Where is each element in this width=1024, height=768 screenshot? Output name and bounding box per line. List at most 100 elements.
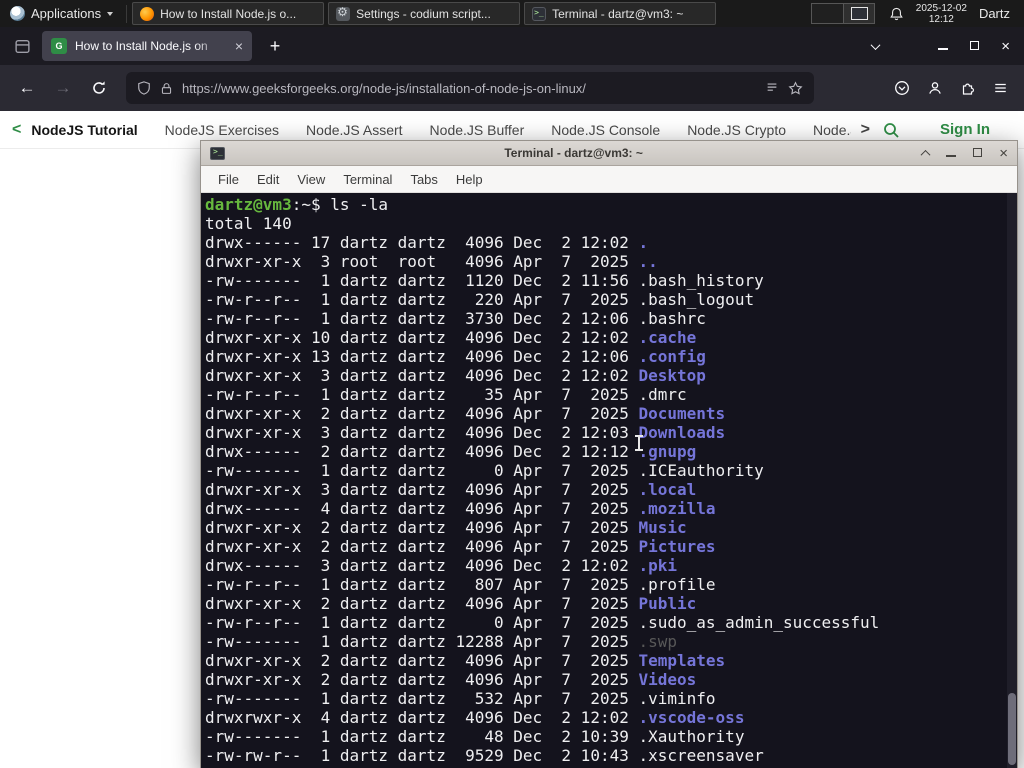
terminal-scrollbar-thumb[interactable] <box>1008 693 1016 765</box>
gfg-nav-link[interactable]: NodeJS Tutorial <box>31 122 137 138</box>
terminal-line: drwxr-xr-x 3 dartz dartz 4096 Apr 7 2025… <box>205 480 1017 499</box>
search-icon[interactable] <box>882 121 900 139</box>
reload-button[interactable] <box>84 73 114 103</box>
terminal-line: drwxr-xr-x 2 dartz dartz 4096 Apr 7 2025… <box>205 651 1017 670</box>
workspace-switcher[interactable] <box>810 3 875 24</box>
terminal-menubar: File Edit View Terminal Tabs Help <box>201 166 1017 193</box>
terminal-prompt-line: dartz@vm3:~$ ls -la <box>205 195 1017 214</box>
terminal-shade-button[interactable] <box>920 144 931 162</box>
panel-separator <box>126 4 128 23</box>
menu-tabs[interactable]: Tabs <box>401 172 446 187</box>
file-name: .sudo_as_admin_successful <box>638 613 880 632</box>
new-tab-button[interactable]: + <box>262 36 288 57</box>
line-meta: drwxr-xr-x 3 root root 4096 Apr 7 2025 <box>205 252 639 271</box>
file-name: .pki <box>638 556 678 575</box>
terminal-line: drwxr-xr-x 3 dartz dartz 4096 Dec 2 12:0… <box>205 366 1017 385</box>
browser-tab-active[interactable]: G How to Install Node.js on × <box>42 31 252 61</box>
user-name[interactable]: Dartz <box>979 6 1010 21</box>
nav-scroll-right-icon[interactable]: > <box>861 121 870 139</box>
file-name: . <box>638 233 649 252</box>
line-meta: -rw-rw-r-- 1 dartz dartz 9529 Dec 2 10:4… <box>205 746 639 765</box>
menu-hamburger-icon[interactable] <box>993 81 1008 95</box>
forward-button[interactable]: → <box>48 73 78 103</box>
line-meta: drwxr-xr-x 3 dartz dartz 4096 Apr 7 2025 <box>205 480 639 499</box>
file-name: .gnupg <box>638 442 697 461</box>
line-meta: -rw-r--r-- 1 dartz dartz 807 Apr 7 2025 <box>205 575 639 594</box>
terminal-line: drwx------ 17 dartz dartz 4096 Dec 2 12:… <box>205 233 1017 252</box>
list-all-tabs-icon[interactable] <box>860 31 890 61</box>
nav-scroll-left-icon[interactable]: < <box>12 121 21 139</box>
pocket-icon[interactable] <box>894 80 910 96</box>
file-name: .. <box>638 252 658 271</box>
gfg-nav-link[interactable]: Node.JS Console <box>551 122 660 138</box>
menu-view[interactable]: View <box>288 172 334 187</box>
account-icon[interactable] <box>927 80 943 96</box>
terminal-screen[interactable]: dartz@vm3:~$ ls -la total 140 drwx------… <box>201 193 1017 768</box>
notification-bell-icon[interactable] <box>889 6 904 22</box>
lock-icon[interactable] <box>160 81 173 96</box>
reader-view-icon[interactable] <box>765 81 779 95</box>
tracking-shield-icon[interactable] <box>137 80 151 96</box>
distro-logo-icon <box>10 6 25 21</box>
terminal-maximize-button[interactable] <box>973 144 983 162</box>
terminal-line: drwxr-xr-x 2 dartz dartz 4096 Apr 7 2025… <box>205 670 1017 689</box>
sign-in-button[interactable]: Sign In <box>940 121 990 138</box>
terminal-window-controls: × <box>920 144 1008 162</box>
firefox-view-icon[interactable] <box>8 32 36 60</box>
bookmark-star-icon[interactable] <box>788 80 803 96</box>
terminal-scrollbar[interactable] <box>1007 193 1017 768</box>
file-name: Music <box>638 518 687 537</box>
line-meta: drwxrwxr-x 4 dartz dartz 4096 Dec 2 12:0… <box>205 708 639 727</box>
gfg-nav-link[interactable]: Node.JS Assert <box>306 122 403 138</box>
gfg-nav-links: NodeJS Tutorial NodeJS Exercises Node.JS A… <box>31 122 850 138</box>
gfg-nav-link[interactable]: NodeJS Exercises <box>165 122 279 138</box>
file-name: Desktop <box>638 366 706 385</box>
line-meta: drwxr-xr-x 2 dartz dartz 4096 Apr 7 2025 <box>205 537 639 556</box>
extensions-puzzle-icon[interactable] <box>960 80 976 96</box>
browser-maximize-button[interactable] <box>970 37 980 55</box>
task-button-settings[interactable]: Settings - codium script... <box>328 2 521 25</box>
menu-file[interactable]: File <box>209 172 248 187</box>
task-button-firefox[interactable]: How to Install Node.js o... <box>132 2 325 25</box>
terminal-title: Terminal - dartz@vm3: ~ <box>504 146 643 160</box>
terminal-line: drwxr-xr-x 2 dartz dartz 4096 Apr 7 2025… <box>205 404 1017 423</box>
menu-terminal[interactable]: Terminal <box>334 172 401 187</box>
line-meta: drwx------ 3 dartz dartz 4096 Dec 2 12:0… <box>205 556 639 575</box>
applications-menu[interactable]: Applications <box>0 0 123 27</box>
terminal-line: -rw-r--r-- 1 dartz dartz 220 Apr 7 2025 … <box>205 290 1017 309</box>
url-bar[interactable]: https://www.geeksforgeeks.org/node-js/in… <box>126 72 814 104</box>
line-meta: -rw------- 1 dartz dartz 12288 Apr 7 202… <box>205 632 639 651</box>
terminal-minimize-button[interactable] <box>946 144 957 162</box>
terminal-icon <box>532 6 547 21</box>
gfg-nav-link[interactable]: Node.JS Crypto <box>687 122 786 138</box>
clock[interactable]: 2025-12-02 12:12 <box>916 3 967 25</box>
terminal-close-button[interactable]: × <box>999 146 1008 161</box>
back-button[interactable]: ← <box>12 73 42 103</box>
desktop: Applications How to Install Node.js o...… <box>0 0 1024 768</box>
browser-minimize-button[interactable] <box>938 37 949 55</box>
terminal-line: drwx------ 4 dartz dartz 4096 Apr 7 2025… <box>205 499 1017 518</box>
task-label: Terminal - dartz@vm3: ~ <box>552 6 684 21</box>
workspace-2[interactable] <box>842 4 874 23</box>
terminal-line: drwxr-xr-x 2 dartz dartz 4096 Apr 7 2025… <box>205 537 1017 556</box>
line-meta: drwxr-xr-x 2 dartz dartz 4096 Apr 7 2025 <box>205 594 639 613</box>
menu-help[interactable]: Help <box>447 172 492 187</box>
task-button-terminal[interactable]: Terminal - dartz@vm3: ~ <box>524 2 717 25</box>
terminal-titlebar[interactable]: Terminal - dartz@vm3: ~ × <box>201 141 1017 166</box>
browser-close-button[interactable]: × <box>1001 39 1010 54</box>
terminal-line: -rw-r--r-- 1 dartz dartz 35 Apr 7 2025 .… <box>205 385 1017 404</box>
terminal-line: drwxr-xr-x 3 root root 4096 Apr 7 2025 .… <box>205 252 1017 271</box>
tab-close-icon[interactable]: × <box>235 39 243 53</box>
file-name: Pictures <box>638 537 716 556</box>
terminal-line: drwx------ 2 dartz dartz 4096 Dec 2 12:1… <box>205 442 1017 461</box>
url-text[interactable]: https://www.geeksforgeeks.org/node-js/in… <box>182 81 756 96</box>
browser-nav-bar: ← → https://www.geeksforgeeks.org/node-j… <box>0 65 1024 111</box>
file-name: .bashrc <box>638 309 706 328</box>
menu-edit[interactable]: Edit <box>248 172 288 187</box>
terminal-total-line: total 140 <box>205 214 292 233</box>
gfg-nav-link[interactable]: Node.JS Buffer <box>430 122 525 138</box>
gfg-nav-link[interactable]: Node.JS DNS <box>813 122 851 138</box>
workspace-1[interactable] <box>811 4 843 23</box>
file-name: Downloads <box>638 423 726 442</box>
top-panel: Applications How to Install Node.js o...… <box>0 0 1024 27</box>
